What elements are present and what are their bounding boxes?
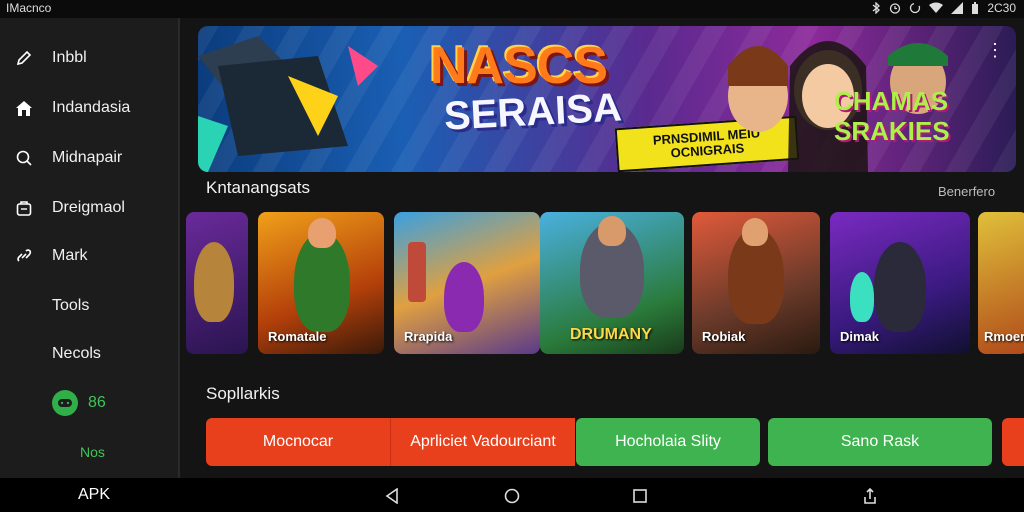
sidebar-item-necols[interactable]: Necols — [0, 334, 178, 374]
bag-icon — [12, 196, 36, 220]
game-card-label: Rmoer — [984, 329, 1024, 344]
sidebar-item-label: Mark — [52, 247, 88, 264]
sidebar-item-inbbl[interactable]: Inbbl — [0, 38, 178, 78]
search-icon — [12, 146, 36, 170]
hero-brand: CHAMAS SRAKIES — [834, 86, 950, 146]
sidebar-item-dreigmaol[interactable]: Dreigmaol — [0, 188, 178, 228]
category-button[interactable]: Aprliciet Vadourciant — [390, 418, 575, 466]
section-title: Kntanangsats — [206, 178, 310, 197]
game-card-label: Robiak — [702, 329, 746, 344]
game-card[interactable] — [186, 212, 248, 354]
status-time: 2C30 — [987, 1, 1016, 15]
button-label: Sano Rask — [840, 433, 920, 450]
sidebar-item-midnapair[interactable]: Midnapair — [0, 138, 178, 178]
sidebar-item-label: Dreigmaol — [52, 199, 125, 216]
sidebar-item-nos[interactable]: Nos — [0, 432, 178, 472]
button-label: Mocnocar — [262, 433, 334, 450]
more-options-icon[interactable]: ⋮ — [986, 40, 1004, 61]
see-all-link[interactable]: Benerfero — [938, 184, 995, 199]
game-card-label: Rrapida — [404, 329, 453, 344]
pencil-icon — [12, 46, 36, 70]
hero-title-line2: SERAISA — [442, 85, 623, 139]
game-card[interactable]: DRUMANY — [540, 212, 684, 354]
hero-brand-line1: CHAMAS — [834, 86, 949, 116]
system-nav-bar: APK — [0, 478, 1024, 512]
bluetooth-icon — [872, 2, 881, 14]
alarm-icon — [890, 3, 901, 14]
link-icon — [12, 244, 36, 268]
button-label: Aprliciet Vadourciant — [410, 433, 556, 450]
blaster-illustration — [198, 36, 378, 172]
category-button[interactable]: Hocholaia Slity — [576, 418, 760, 466]
game-card[interactable]: Robiak — [692, 212, 820, 354]
back-icon[interactable] — [382, 486, 402, 506]
signal-icon — [951, 2, 964, 14]
home-icon — [12, 96, 36, 120]
game-card-label: Dimak — [840, 329, 880, 344]
category-button[interactable] — [1002, 418, 1024, 466]
hero-brand-line2: SRAKIES — [834, 116, 950, 146]
sidebar-item-label: Nos — [80, 444, 105, 460]
wifi-icon — [929, 2, 944, 13]
status-icons: 2C30 — [871, 1, 1016, 15]
sidebar-item-86[interactable]: 86 — [0, 383, 178, 423]
sidebar-item-mark[interactable]: Mark — [0, 236, 178, 276]
category-button[interactable]: Mocnocar — [206, 418, 390, 466]
status-app-name: IMacnco — [6, 1, 52, 15]
battery-icon — [972, 2, 979, 14]
hero-banner[interactable]: NASCS SERAISA PRNSDIMIL MEIU OCNIGRAIS C… — [198, 26, 1016, 172]
game-card[interactable]: Dimak — [830, 212, 970, 354]
main-content: NASCS SERAISA PRNSDIMIL MEIU OCNIGRAIS C… — [180, 18, 1024, 478]
game-card[interactable]: Rrapida — [394, 212, 540, 354]
game-card[interactable]: Rmoer — [978, 212, 1024, 354]
controller-icon — [52, 390, 78, 416]
sidebar: Inbbl Indandasia Midnapair Dreigmaol Mar… — [0, 18, 180, 478]
sidebar-item-label: 86 — [88, 394, 106, 411]
share-icon[interactable] — [860, 486, 880, 506]
sidebar-item-label: Necols — [52, 345, 101, 362]
recents-icon[interactable] — [630, 486, 650, 506]
game-card-label: Romatale — [268, 329, 327, 344]
game-card[interactable]: Romatale — [258, 212, 384, 354]
sidebar-item-label: Inbbl — [52, 49, 87, 66]
sidebar-item-tools[interactable]: Tools — [0, 286, 178, 326]
sidebar-item-indandasia[interactable]: Indandasia — [0, 88, 178, 128]
section-title: Sopllarkis — [206, 384, 280, 403]
category-button[interactable]: Sano Rask — [768, 418, 992, 466]
home-button-icon[interactable] — [502, 486, 522, 506]
nav-apk-label: APK — [78, 486, 111, 503]
game-card-label: DRUMANY — [570, 326, 652, 343]
sidebar-item-label: Indandasia — [52, 99, 131, 116]
button-label: Hocholaia Slity — [615, 433, 721, 450]
sidebar-item-label: Tools — [52, 297, 90, 314]
sync-icon — [910, 2, 921, 14]
status-bar: IMacnco 2C30 — [0, 0, 1024, 18]
sidebar-item-label: Midnapair — [52, 149, 123, 166]
